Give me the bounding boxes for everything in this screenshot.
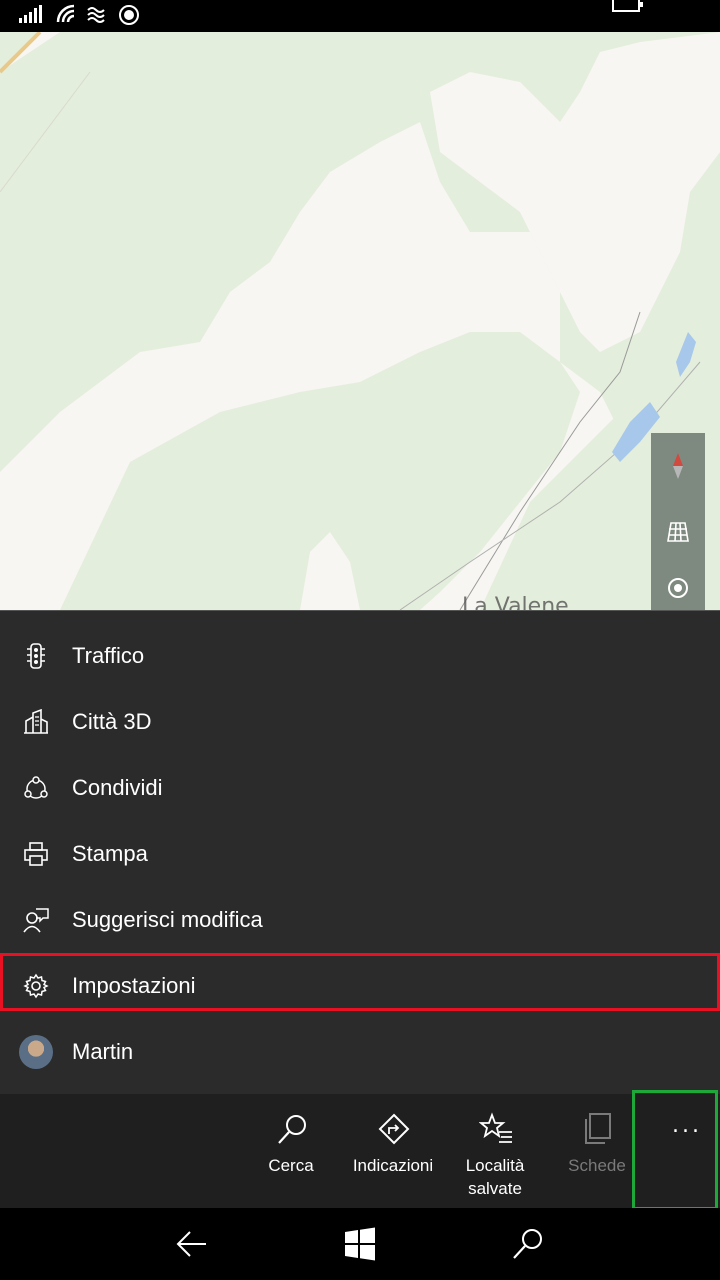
menu-item-traffic[interactable]: Traffico xyxy=(0,623,720,689)
suggest-edit-icon xyxy=(22,906,50,934)
battery-icon xyxy=(612,0,643,12)
avatar xyxy=(18,1034,54,1070)
menu-item-share[interactable]: Condividi xyxy=(0,755,720,821)
map-view[interactable]: La Valene xyxy=(0,32,720,610)
directions-label: Indicazioni xyxy=(352,1156,434,1175)
search-icon[interactable] xyxy=(510,1226,546,1262)
print-icon xyxy=(22,840,50,868)
tabs-icon xyxy=(585,1113,611,1144)
status-bar xyxy=(0,0,720,32)
saved-places-label: Località salvate xyxy=(445,1154,545,1200)
traffic-icon xyxy=(22,642,50,670)
star-list-icon xyxy=(479,1112,512,1143)
wifi-icon xyxy=(56,4,75,23)
map-grid-icon xyxy=(667,522,689,542)
gear-icon xyxy=(22,972,50,1000)
menu-item-label: Condividi xyxy=(72,775,163,800)
compass-button[interactable] xyxy=(651,433,705,499)
map-controls xyxy=(651,433,705,610)
location-icon xyxy=(119,5,139,25)
menu-item-label: Città 3D xyxy=(72,709,152,734)
more-options-button[interactable]: ... xyxy=(632,1090,718,1210)
menu-item-account[interactable]: Martin xyxy=(0,1019,720,1085)
map-views-button[interactable] xyxy=(651,499,705,565)
search-button[interactable]: Cerca xyxy=(241,1094,341,1208)
locate-me-button[interactable] xyxy=(651,565,705,610)
menu-item-city-3d[interactable]: Città 3D xyxy=(0,689,720,755)
menu-item-label: Stampa xyxy=(72,841,148,866)
menu-item-label: Impostazioni xyxy=(72,973,196,998)
ellipsis-icon: ... xyxy=(672,1113,702,1138)
saved-places-label-line1: Località xyxy=(465,1156,525,1175)
menu-item-label: Traffico xyxy=(72,643,145,668)
menu-item-label: Martin xyxy=(72,1039,134,1064)
map-place-label: La Valene xyxy=(462,594,569,610)
system-nav-bar xyxy=(0,1208,720,1280)
signal-icon xyxy=(19,5,42,23)
share-icon xyxy=(22,774,50,802)
search-label: Cerca xyxy=(268,1156,314,1175)
map-terrain xyxy=(0,32,720,610)
menu-item-print[interactable]: Stampa xyxy=(0,821,720,887)
windows-start-icon[interactable] xyxy=(342,1226,378,1262)
directions-icon xyxy=(378,1113,410,1145)
saved-places-button[interactable]: Località salvate xyxy=(445,1094,545,1208)
more-menu: Traffico Città 3D Condividi Stampa Sugge… xyxy=(0,610,720,1094)
app-bar: Cerca Indicazioni Località salvate Sched… xyxy=(0,1094,720,1208)
search-icon xyxy=(278,1115,306,1144)
directions-button[interactable]: Indicazioni xyxy=(343,1094,443,1208)
menu-item-settings[interactable]: Impostazioni xyxy=(0,953,720,1019)
city-3d-icon xyxy=(22,708,50,736)
back-arrow-icon[interactable] xyxy=(174,1226,210,1262)
menu-item-suggest-edit[interactable]: Suggerisci modifica xyxy=(0,887,720,953)
compass-icon xyxy=(673,453,683,479)
locate-icon xyxy=(668,577,688,598)
menu-item-label: Suggerisci modifica xyxy=(72,907,263,932)
saved-places-label-line2: salvate xyxy=(468,1179,522,1198)
data-icon xyxy=(87,7,105,23)
